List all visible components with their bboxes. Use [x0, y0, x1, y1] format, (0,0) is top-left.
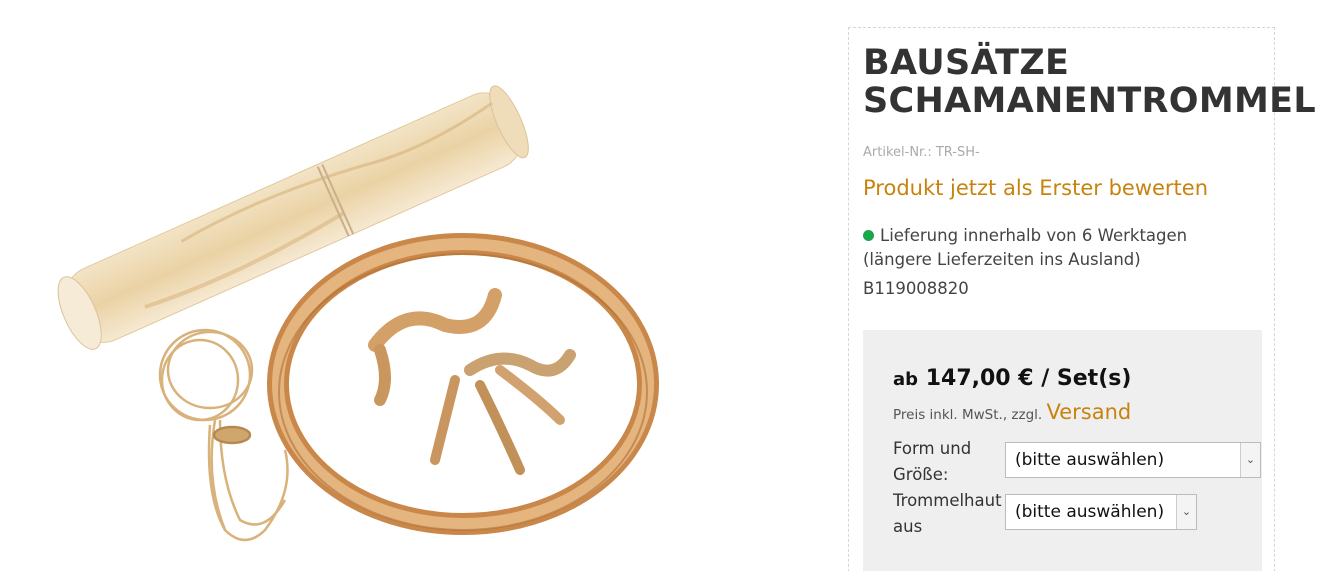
leather-strips — [368, 288, 576, 475]
price-prefix: ab — [893, 369, 919, 390]
form-size-select[interactable]: (bitte auswählen) ⌄ — [1005, 442, 1261, 478]
product-title-line2: SCHAMANENTROMMEL — [863, 81, 1316, 121]
wooden-drum-frame — [267, 233, 659, 535]
drum-skin-label: Trommelhaut aus — [893, 488, 1002, 540]
price-value: 147,00 € / Set(s) — [925, 366, 1132, 391]
tax-note: Preis inkl. MwSt., zzgl. Versand — [893, 400, 1131, 424]
product-title: BAUSÄTZE SCHAMANENTROMMEL — [863, 43, 1316, 120]
lacing-cord — [158, 328, 289, 542]
price-box: ab 147,00 € / Set(s) Preis inkl. MwSt., … — [863, 330, 1262, 571]
form-size-label: Form und Größe: — [893, 436, 971, 488]
product-sku: B119008820 — [863, 279, 969, 298]
tax-note-text: Preis inkl. MwSt., zzgl. — [893, 407, 1043, 423]
product-image[interactable] — [0, 0, 820, 571]
chevron-down-icon: ⌄ — [1176, 495, 1196, 529]
form-size-select-value: (bitte auswählen) — [1015, 450, 1165, 470]
delivery-note: (längere Lieferzeiten ins Ausland) — [863, 250, 1141, 269]
drum-skin-select[interactable]: (bitte auswählen) ⌄ — [1005, 494, 1197, 530]
availability-dot-icon — [863, 230, 874, 241]
product-title-line1: BAUSÄTZE — [863, 43, 1070, 83]
drum-skin-label-line1: Trommelhaut — [893, 491, 1002, 510]
product-price: ab 147,00 € / Set(s) — [893, 366, 1131, 391]
chevron-down-icon: ⌄ — [1240, 443, 1260, 477]
form-size-label-line2: Größe: — [893, 465, 949, 484]
shipping-link[interactable]: Versand — [1047, 400, 1132, 424]
delivery-status: Lieferung innerhalb von 6 Werktagen — [863, 221, 1187, 251]
article-number: Artikel-Nr.: TR-SH- — [863, 145, 980, 160]
drum-skin-label-line2: aus — [893, 517, 923, 536]
rate-product-link[interactable]: Produkt jetzt als Erster bewerten — [863, 176, 1208, 200]
delivery-text: Lieferung innerhalb von 6 Werktagen — [880, 226, 1188, 245]
drum-skin-select-value: (bitte auswählen) — [1015, 502, 1165, 522]
product-info-panel: BAUSÄTZE SCHAMANENTROMMEL Artikel-Nr.: T… — [848, 27, 1316, 571]
form-size-label-line1: Form und — [893, 439, 972, 458]
